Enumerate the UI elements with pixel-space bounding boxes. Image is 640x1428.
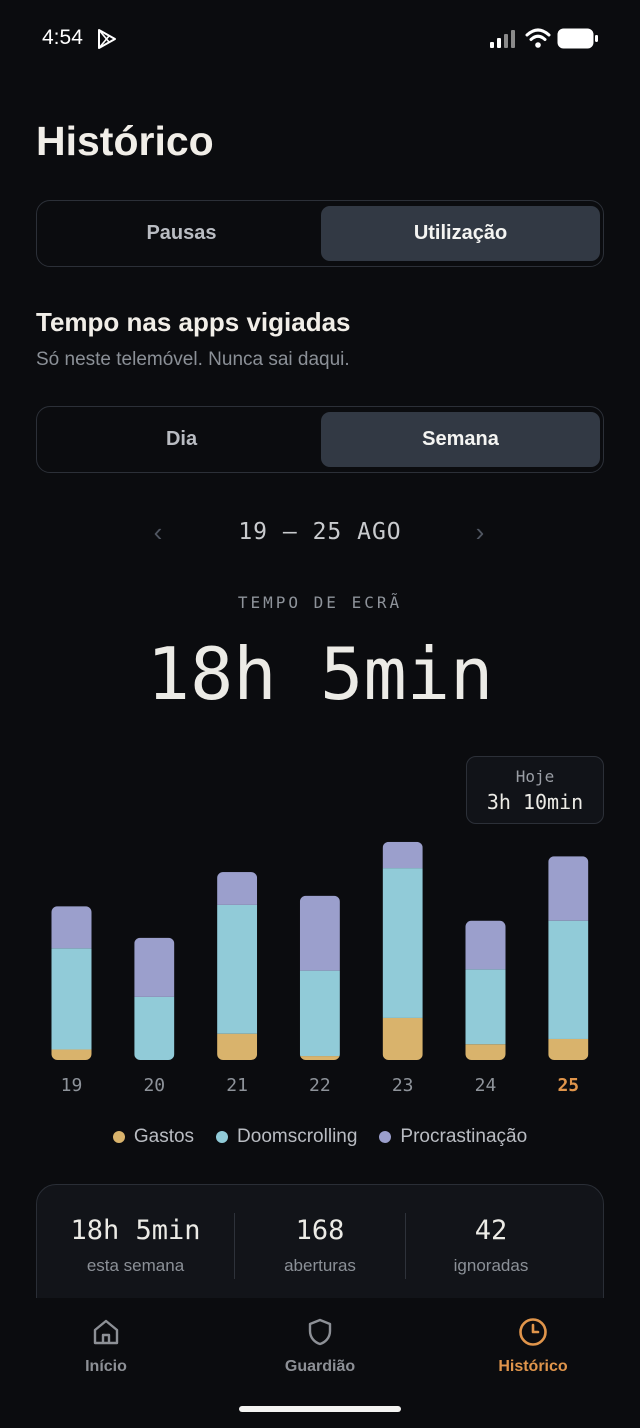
day-label-22: 22 [309,1075,331,1096]
tab-dia[interactable]: Dia [42,412,321,467]
tooltip-label: Hoje [515,767,555,786]
bar-segment-doomscrolling-25 [548,920,589,1039]
next-week-button[interactable]: › [465,517,495,548]
today-tooltip: Hoje 3h 10min [466,756,604,824]
chart-legend: Gastos Doomscrolling Procrastinação [0,1126,640,1148]
nav-label-inicio: Início [85,1358,127,1375]
stat-ignored: 42 ignoradas [406,1215,576,1276]
legend-dot-gastos [112,1131,125,1143]
week-navigator: 19 – 25 AGO ‹ › [0,515,640,551]
stat-opens: 168 aberturas [235,1215,405,1276]
bar-segment-gastos-23 [382,1017,423,1060]
section-subtitle: Só neste telemóvel. Nunca sai daqui. [36,349,350,370]
section-title: Tempo nas apps vigiadas [36,307,351,337]
week-range: 19 – 25 AGO [238,519,402,545]
stat-value: 42 [474,1215,508,1246]
bar-segment-gastos-24 [465,1044,506,1060]
bar-segment-gastos-22 [299,1056,340,1060]
legend-item-gastos: Gastos [112,1126,195,1148]
tab-semana[interactable]: Semana [321,412,600,467]
tab-pausas[interactable]: Pausas [42,206,321,261]
nav-item-guardiao[interactable]: Guardião [240,1316,400,1376]
bar-segment-procrastinação-21 [217,872,258,905]
bar-segment-gastos-19 [51,1049,92,1060]
bar-segment-doomscrolling-23 [382,868,423,1018]
day-label-20: 20 [143,1075,166,1096]
nav-label-guardiao: Guardião [284,1358,356,1375]
legend-label-procrastinacao: Procrastinação [400,1126,528,1147]
history-tabs: Pausas Utilização [36,200,604,267]
day-label-21: 21 [226,1075,248,1096]
legend-item-doomscrolling: Doomscrolling [216,1126,357,1148]
tooltip-value: 3h 10min [486,790,584,814]
wifi-icon [525,28,551,48]
bar-segment-procrastinação-24 [465,920,506,970]
play-store-icon [98,29,116,49]
screen-time-value: 18h 5min [146,632,494,716]
bar-day-25[interactable] [548,856,589,1060]
bar-segment-doomscrolling-24 [465,969,506,1045]
legend-label-gastos: Gastos [133,1126,195,1147]
stat-label: ignoradas [453,1256,529,1275]
stat-label: esta semana [86,1256,185,1275]
stat-value: 168 [295,1215,345,1246]
legend-dot-procrastinacao [379,1131,392,1143]
stat-value: 18h 5min [70,1215,201,1246]
bar-day-20[interactable] [134,937,175,1060]
bar-segment-gastos-21 [217,1033,258,1060]
previous-week-button[interactable]: ‹ [143,517,173,548]
bar-segment-gastos-25 [548,1038,589,1060]
status-bar: 4:54 [0,0,640,78]
legend-label-doomscrolling: Doomscrolling [237,1126,358,1147]
bar-segment-procrastinação-23 [382,841,423,869]
bar-day-22[interactable] [299,895,340,1060]
screen-time-label: TEMPO DE ECRÃ [237,593,403,612]
day-label-23: 23 [391,1075,414,1096]
status-time: 4:54 [42,26,83,49]
bar-segment-procrastinação-22 [299,895,340,971]
nav-item-historico[interactable]: Histórico [453,1316,613,1376]
bar-segment-procrastinação-20 [134,937,175,997]
page-title: Histórico [36,118,214,164]
bar-segment-procrastinação-25 [548,856,589,921]
clock-icon [519,1318,547,1346]
shield-icon [308,1318,332,1346]
home-icon [93,1319,119,1345]
bar-segment-doomscrolling-19 [51,948,92,1050]
usage-chart [0,830,640,1070]
home-indicator [239,1406,401,1412]
bar-day-21[interactable] [217,872,258,1060]
bar-day-19[interactable] [51,906,92,1060]
day-label-25: 25 [557,1075,580,1096]
tab-utilizacao[interactable]: Utilização [321,206,600,261]
bar-segment-doomscrolling-20 [134,996,175,1060]
legend-item-procrastinacao: Procrastinação [379,1126,527,1148]
period-tabs: Dia Semana [36,406,604,473]
stat-week-total: 18h 5min esta semana [37,1215,234,1276]
usage-chart-svg [51,841,589,1060]
nav-item-inicio[interactable]: Início [26,1316,186,1376]
signal-icon [490,30,515,48]
bar-day-23[interactable] [382,841,423,1060]
day-label-24: 24 [474,1075,497,1096]
day-label-19: 19 [60,1075,83,1096]
bar-segment-doomscrolling-22 [299,970,340,1057]
bar-day-24[interactable] [465,920,506,1060]
stat-label: aberturas [284,1256,356,1275]
battery-icon [557,28,598,49]
bar-segment-procrastinação-19 [51,906,92,949]
bar-segment-doomscrolling-21 [217,904,258,1034]
nav-label-historico: Histórico [498,1358,568,1375]
legend-dot-doomscrolling [216,1131,229,1143]
